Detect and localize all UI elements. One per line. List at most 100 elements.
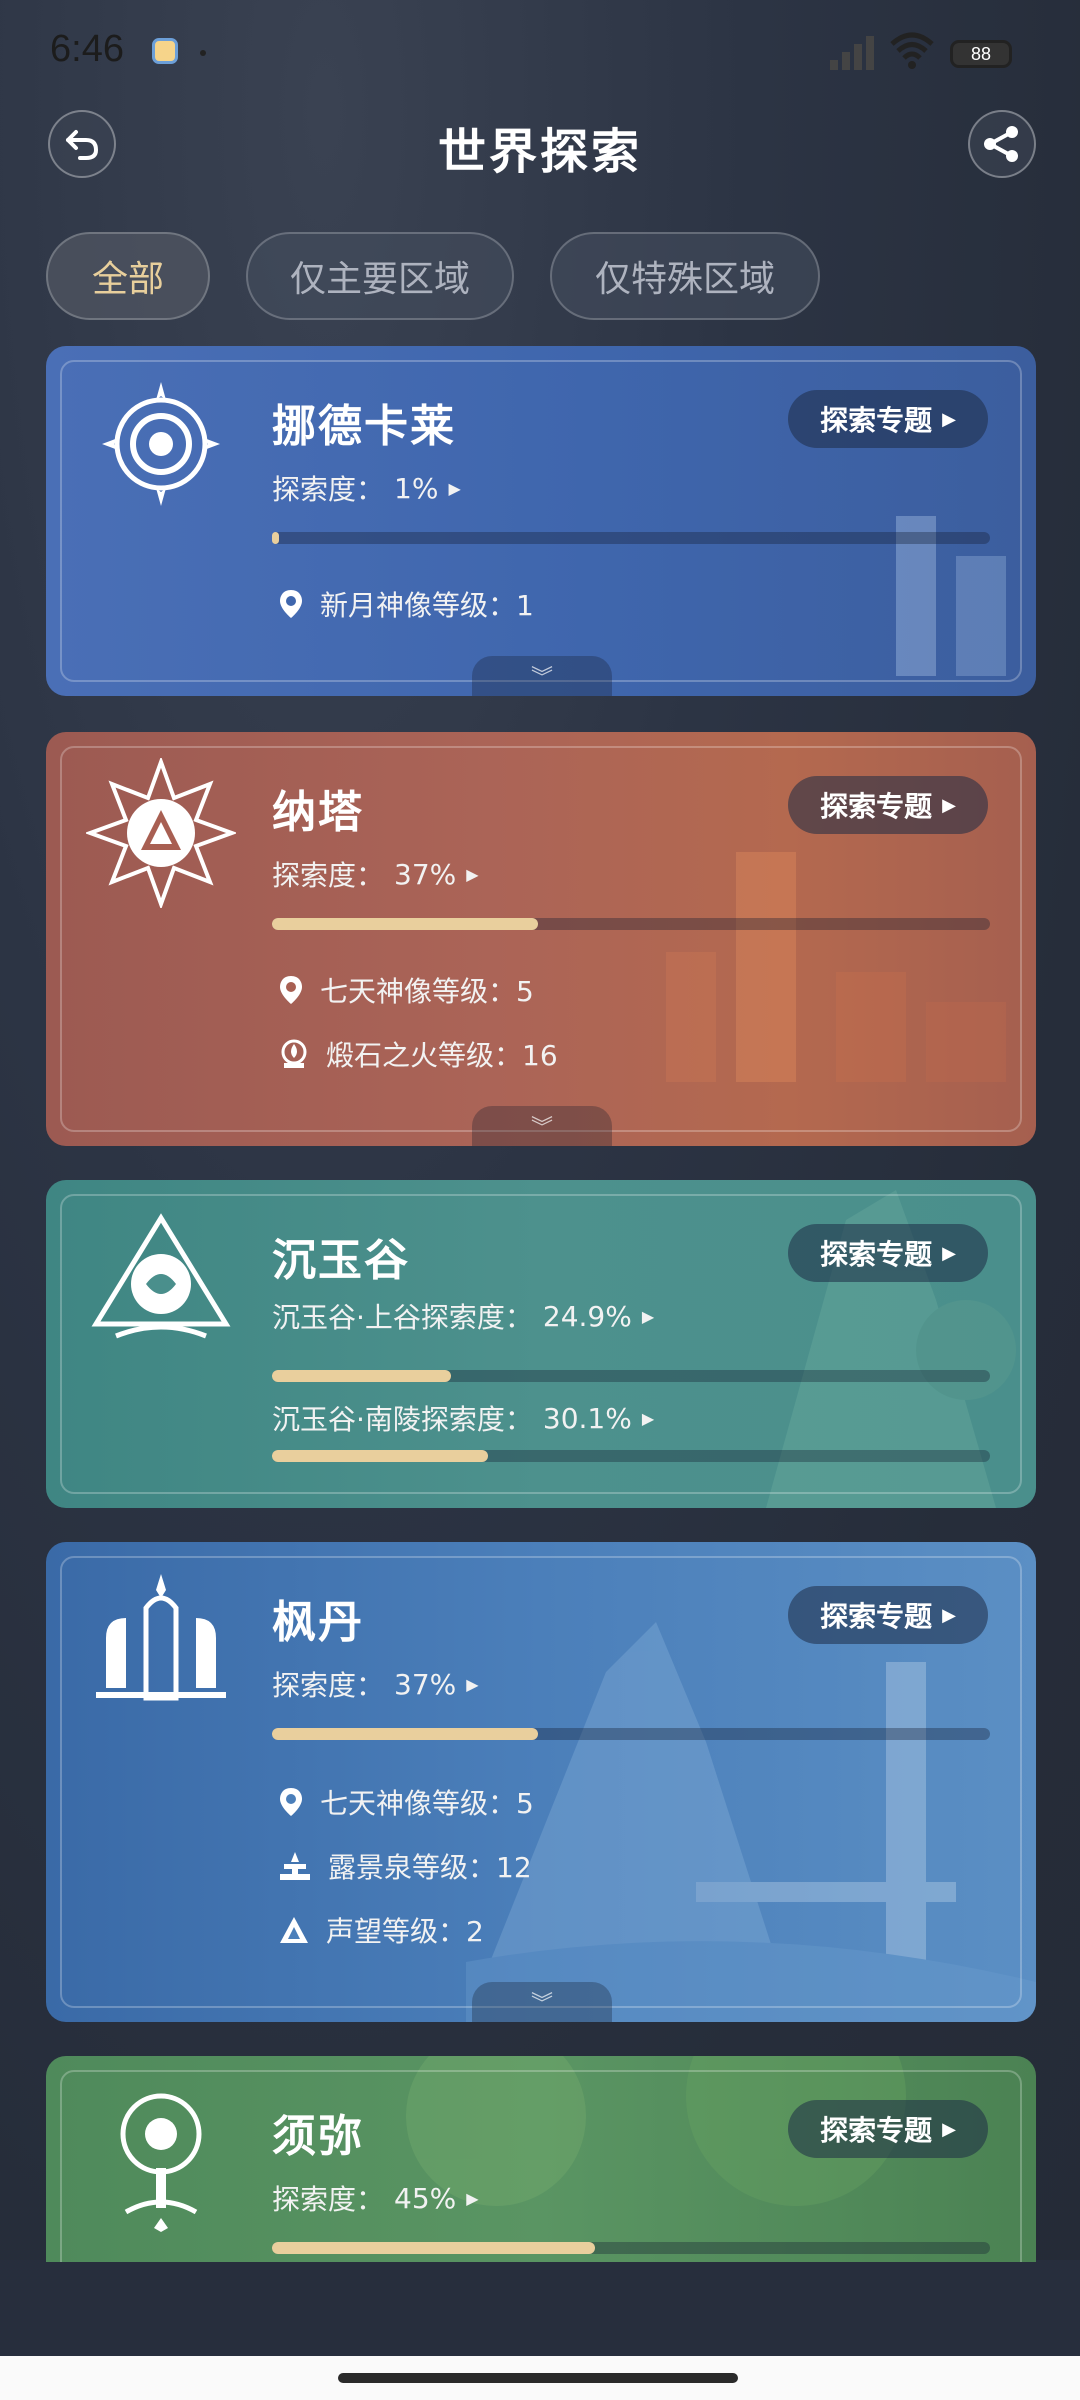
statue-pin-icon [280,590,302,618]
region-name: 沉玉谷 [272,1235,410,1286]
region-name: 挪德卡莱 [272,401,456,452]
share-icon [984,126,1018,162]
caret-right-icon: ▶ [942,794,956,816]
chevron-down-icon: ︾ [530,1116,553,1141]
region-name: 纳塔 [272,787,364,838]
exploration-progress-link[interactable]: 探索度： 45% ▶ [272,2178,479,2218]
share-button[interactable] [968,110,1036,178]
progress-value: 30.1% [542,1401,632,1435]
progress-label: 探索度： [272,473,385,506]
progress-label: 探索度： [272,859,385,892]
explore-topic-label: 探索专题 [820,1238,933,1271]
exploration-progress-link[interactable]: 沉玉谷·南陵探索度： 30.1% ▶ [272,1398,654,1438]
explore-topic-button[interactable]: 探索专题 ▶ [788,1224,988,1282]
stat-text: 七天神像等级：5 [320,1787,534,1820]
progress-bar [272,2242,990,2254]
progress-value: 1% [394,471,439,505]
progress-bar-fill [272,1728,538,1740]
progress-bar [272,1728,990,1740]
region-name: 须弥 [272,2111,364,2162]
progress-bar [272,1450,990,1462]
stat-row: 声望等级：2 [278,1910,484,1950]
filter-tab-special-regions[interactable]: 仅特殊区域 [550,232,820,320]
reputation-icon [280,1917,308,1943]
explore-topic-button[interactable]: 探索专题 ▶ [788,2100,988,2158]
expand-button[interactable]: ︾ [472,1106,612,1146]
progress-bar-fill [272,532,280,544]
explore-topic-button[interactable]: 探索专题 ▶ [788,776,988,834]
stat-row: 七天神像等级：5 [278,970,534,1010]
stat-text: 露景泉等级：12 [328,1851,532,1884]
progress-label: 探索度： [272,1669,385,1702]
home-indicator[interactable] [338,2373,738,2383]
notification-dot-icon [200,50,206,56]
caret-right-icon: ▶ [641,1306,655,1326]
progress-bar-fill [272,2242,596,2254]
caret-right-icon: ▶ [466,1674,479,1694]
progress-bar [272,918,990,930]
wifi-icon [890,32,934,69]
caret-right-icon: ▶ [942,408,956,430]
explore-topic-label: 探索专题 [820,1600,933,1633]
region-card[interactable]: 枫丹 探索专题 ▶ 探索度： 37% ▶ 七天神像等级：5 露景泉等级：12 声… [46,1542,1036,2022]
caret-right-icon: ▶ [942,2118,956,2140]
filter-tab-main-regions[interactable]: 仅主要区域 [246,232,514,320]
progress-label: 探索度： [272,2183,385,2216]
stat-row: 七天神像等级：5 [278,1782,534,1822]
expand-button[interactable]: ︾ [472,656,612,696]
explore-topic-button[interactable]: 探索专题 ▶ [788,390,988,448]
progress-label: 沉玉谷·南陵探索度： [272,1403,533,1436]
explore-topic-label: 探索专题 [820,2114,933,2147]
statue-pin-icon [280,976,302,1004]
sumeru-emblem-icon [120,2093,202,2232]
caret-right-icon: ▶ [641,1408,655,1428]
fontaine-emblem-icon [96,1574,226,1701]
caret-right-icon: ▶ [448,478,461,498]
stat-text: 七天神像等级：5 [320,975,534,1008]
progress-value: 24.9% [542,1299,632,1333]
app-notification-icon [152,38,178,64]
page-title: 世界探索 [437,124,642,180]
stat-row: 煅石之火等级：16 [278,1034,558,1074]
progress-value: 37% [394,857,457,891]
battery-icon: 88 [950,40,1012,68]
signal-icon [830,30,874,70]
chevron-down-icon: ︾ [530,1992,553,2017]
exploration-progress-link[interactable]: 探索度： 37% ▶ [272,854,479,894]
exploration-progress-link[interactable]: 沉玉谷·上谷探索度： 24.9% ▶ [272,1296,654,1336]
caret-right-icon: ▶ [942,1604,956,1626]
region-card[interactable]: 沉玉谷 探索专题 ▶ 沉玉谷·上谷探索度： 24.9% ▶ 沉玉谷·南陵探索度：… [46,1180,1036,1508]
stat-text: 声望等级：2 [326,1915,484,1948]
status-time: 6:46 [50,28,124,70]
exploration-progress-link[interactable]: 探索度： 37% ▶ [272,1664,479,1704]
exploration-progress-link[interactable]: 探索度： 1% ▶ [272,468,461,508]
progress-bar-fill [272,918,538,930]
progress-bar-fill [272,1450,489,1462]
progress-value: 45% [394,2181,457,2215]
natlan-emblem-icon [86,758,236,908]
caret-right-icon: ▶ [466,2188,479,2208]
chenyu-vale-emblem-icon [91,1213,231,1339]
region-card[interactable]: 纳塔 探索专题 ▶ 探索度： 37% ▶ 七天神像等级：5 煅石之火等级：16 … [46,732,1036,1146]
region-card[interactable]: 挪德卡莱 探索专题 ▶ 探索度： 1% ▶ 新月神像等级：1 ︾ [46,346,1036,696]
explore-topic-label: 探索专题 [820,404,933,437]
progress-bar [272,532,990,544]
caret-right-icon: ▶ [942,1242,956,1264]
progress-bar [272,1370,990,1382]
flame-altar-icon [281,1039,307,1068]
expand-button[interactable]: ︾ [472,1982,612,2022]
filter-tab-all[interactable]: 全部 [46,232,210,320]
status-bar: 6:46 88 [0,0,1080,104]
region-name: 枫丹 [272,1597,364,1648]
chevron-down-icon: ︾ [530,666,553,691]
statue-pin-icon [280,1788,302,1816]
progress-label: 沉玉谷·上谷探索度： [272,1301,533,1334]
fountain-icon [280,1852,310,1880]
stat-row: 露景泉等级：12 [278,1846,532,1886]
progress-value: 37% [394,1667,457,1701]
stat-text: 新月神像等级：1 [320,589,534,622]
caret-right-icon: ▶ [466,864,479,884]
explore-topic-button[interactable]: 探索专题 ▶ [788,1586,988,1644]
explore-topic-label: 探索专题 [820,790,933,823]
progress-bar-fill [272,1370,451,1382]
